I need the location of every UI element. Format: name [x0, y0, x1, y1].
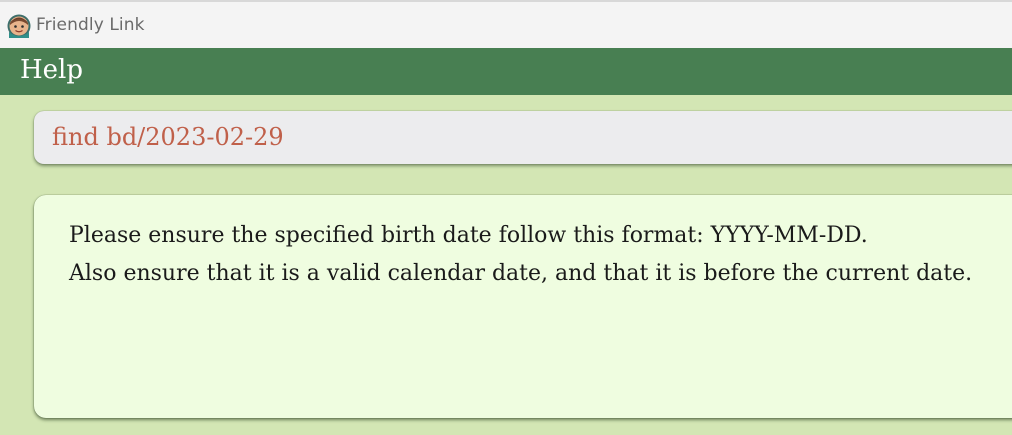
result-line: Please ensure the specified birth date f…	[69, 223, 868, 248]
menu-bar: Help	[0, 48, 1012, 95]
menu-help[interactable]: Help	[20, 55, 83, 85]
title-bar: Friendly Link	[0, 0, 1012, 48]
app-avatar-icon	[7, 14, 31, 38]
command-box	[34, 111, 1012, 164]
app-window: Friendly Link Help Please ensure the spe…	[0, 0, 1012, 435]
command-input[interactable]	[52, 120, 1002, 154]
result-display: Please ensure the specified birth date f…	[34, 195, 1012, 418]
result-line: Also ensure that it is a valid calendar …	[69, 261, 973, 286]
window-title: Friendly Link	[36, 15, 145, 35]
